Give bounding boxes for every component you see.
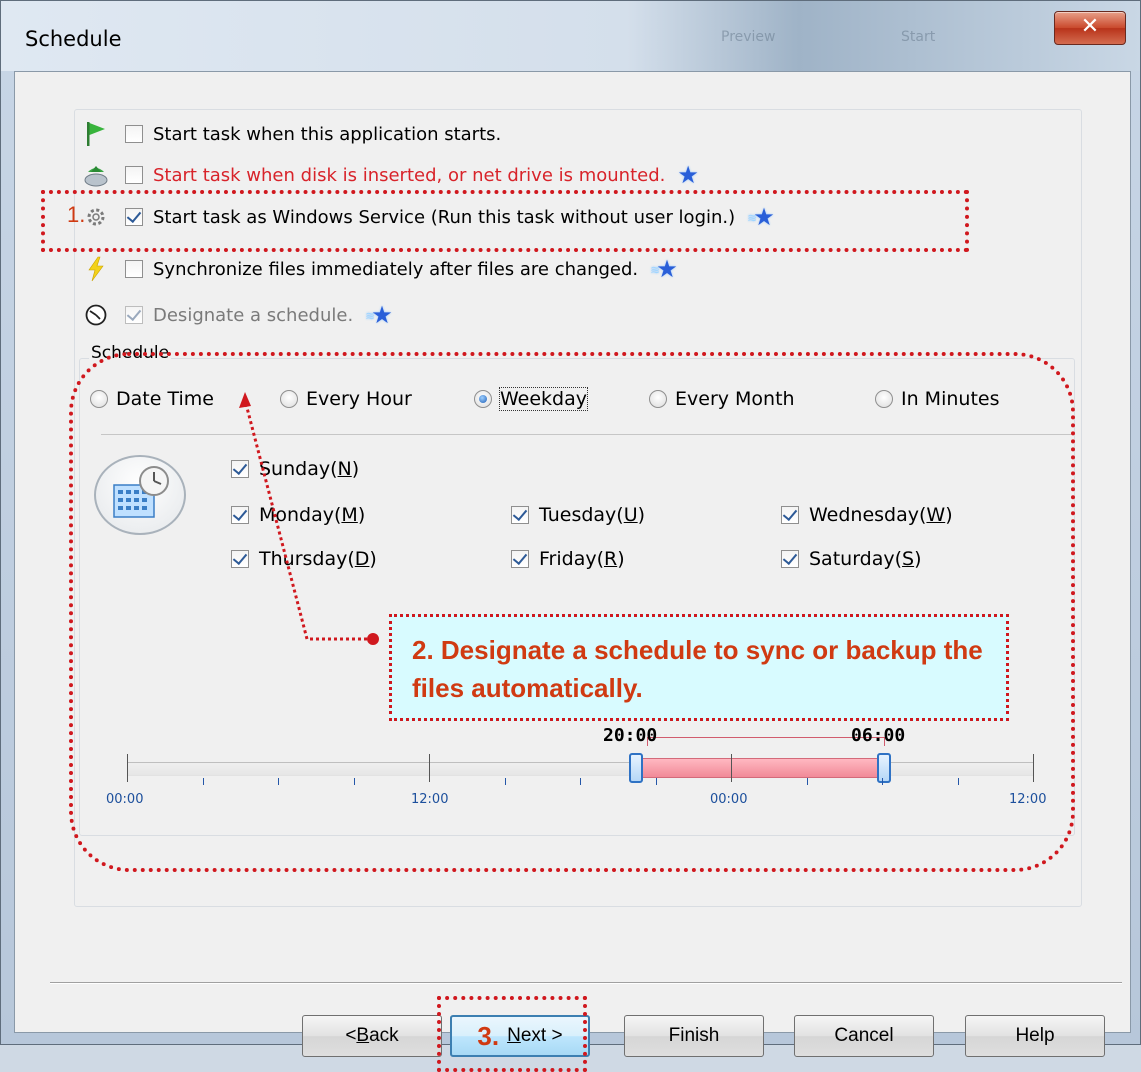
- option-start-on-app-start[interactable]: Start task when this application starts.: [81, 119, 501, 149]
- option-label: Start task when disk is inserted, or net…: [153, 164, 666, 186]
- option-designate-schedule[interactable]: Designate a schedule. ≋★: [81, 300, 393, 330]
- timeline-tick: [202, 778, 204, 785]
- annotation-frame-step1: [41, 190, 969, 252]
- annotation-frame-step2: [69, 352, 1075, 872]
- star-icon: ≋★: [650, 255, 678, 283]
- schedule-dialog: Schedule Preview Start ✕ Start task when…: [0, 0, 1141, 1072]
- timeline-tick: [353, 778, 355, 785]
- cancel-button[interactable]: Cancel: [794, 1015, 934, 1057]
- timeline-tick: [504, 778, 506, 785]
- option-label: Designate a schedule.: [153, 304, 354, 326]
- option-start-on-disk-insert[interactable]: Start task when disk is inserted, or net…: [81, 160, 699, 190]
- timeline-tick: [882, 778, 883, 785]
- finish-button[interactable]: Finish: [624, 1015, 764, 1057]
- back-button[interactable]: < Back: [302, 1015, 442, 1057]
- timeline-tick: [429, 754, 430, 782]
- button-separator: [50, 982, 1122, 984]
- checkbox[interactable]: [125, 260, 143, 278]
- checkbox[interactable]: [125, 125, 143, 143]
- annotation-arrow: [239, 392, 379, 645]
- timeline-tick: [127, 754, 128, 782]
- timeline-tick: [806, 778, 808, 785]
- timeline-tick: [278, 778, 279, 785]
- lightning-icon: [81, 254, 111, 284]
- back-button-accelerator: B: [356, 1025, 370, 1046]
- dialog-body: Start task when this application starts.…: [14, 71, 1131, 1072]
- star-icon: ≋★: [365, 301, 393, 329]
- green-flag-icon: [81, 119, 111, 149]
- annotation-step1-number: 1.: [67, 202, 86, 227]
- clock-icon: [81, 300, 111, 330]
- background-preview-label: Preview: [721, 29, 776, 45]
- timeline-tick: [580, 778, 581, 785]
- option-label: Start task when this application starts.: [153, 123, 502, 145]
- annotation-frame-step3: [437, 996, 587, 1072]
- timeline-tick: [731, 754, 732, 782]
- window-title: Schedule: [25, 27, 122, 51]
- close-icon: ✕: [1080, 14, 1100, 39]
- option-sync-on-change[interactable]: Synchronize files immediately after file…: [81, 254, 678, 284]
- timeline-tick: [1033, 754, 1034, 782]
- help-button[interactable]: Help: [965, 1015, 1105, 1057]
- option-label: Synchronize files immediately after file…: [153, 258, 639, 280]
- title-bar[interactable]: Schedule Preview Start ✕: [1, 1, 1140, 71]
- star-icon: ★: [677, 161, 699, 189]
- checkbox[interactable]: [125, 166, 143, 184]
- timeline-tick: [957, 778, 959, 785]
- disk-insert-icon: [81, 160, 111, 190]
- timeline-tick: [655, 778, 657, 785]
- close-button[interactable]: ✕: [1054, 11, 1126, 45]
- back-button-label-tail: ack: [369, 1025, 399, 1046]
- back-button-label: <: [345, 1025, 357, 1046]
- background-start-label: Start: [901, 29, 936, 45]
- annotation-step2-callout: 2. Designate a schedule to sync or backu…: [389, 614, 1009, 721]
- checkbox[interactable]: [125, 306, 143, 324]
